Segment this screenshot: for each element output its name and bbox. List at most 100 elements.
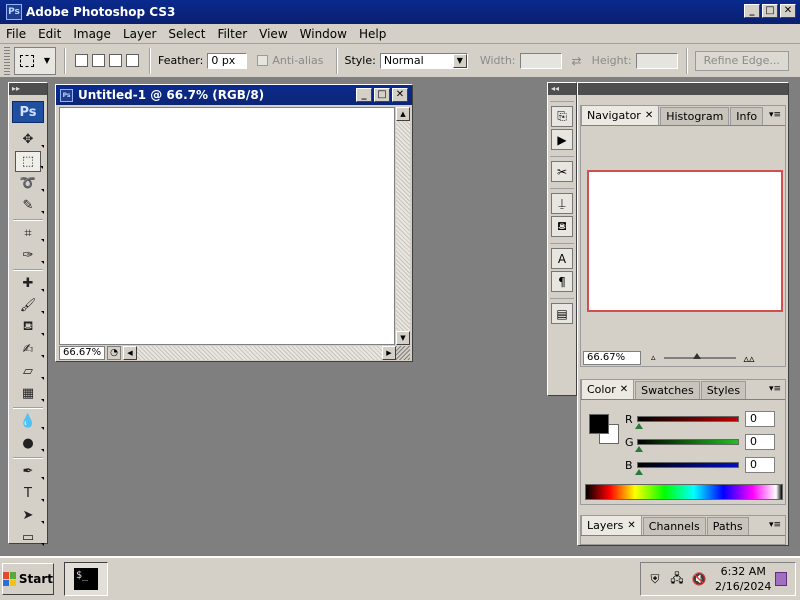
pen-tool[interactable]: ✒ xyxy=(15,461,44,482)
actions-panel-icon[interactable]: ▶ xyxy=(551,129,573,150)
new-selection-mode-button[interactable] xyxy=(75,54,88,67)
channel-value-input[interactable]: 0 xyxy=(745,457,775,473)
start-button[interactable]: Start xyxy=(2,563,54,595)
channel-slider[interactable] xyxy=(635,462,739,475)
paragraph-panel-icon[interactable]: ¶ xyxy=(551,271,573,292)
eraser-tool[interactable]: ▱ xyxy=(15,361,44,382)
tool-preset-picker[interactable]: ▼ xyxy=(14,46,56,75)
minimize-button[interactable]: _ xyxy=(744,4,760,18)
zoom-slider[interactable] xyxy=(663,353,736,359)
menu-layer[interactable]: Layer xyxy=(117,27,162,41)
subtract-selection-mode-button[interactable] xyxy=(109,54,122,67)
slider-triangle-icon[interactable] xyxy=(635,469,643,475)
close-icon[interactable]: ✕ xyxy=(645,110,653,121)
scroll-right-button[interactable]: ▶ xyxy=(382,346,396,360)
character-panel-icon[interactable]: A xyxy=(551,248,573,269)
menu-window[interactable]: Window xyxy=(294,27,353,41)
menu-image[interactable]: Image xyxy=(67,27,117,41)
photoshop-logo[interactable]: Ps xyxy=(12,101,44,123)
tab-info[interactable]: Info xyxy=(730,107,764,125)
scroll-left-button[interactable]: ◀ xyxy=(123,346,137,360)
dodge-tool[interactable]: ● xyxy=(15,433,44,454)
layer-comps-panel-icon[interactable]: ▤ xyxy=(551,303,573,324)
clone-source-panel-icon[interactable]: ⛾ xyxy=(551,216,573,237)
dock-header[interactable]: ◂◂ xyxy=(548,83,576,95)
history-panel-icon[interactable]: ⎘ xyxy=(551,106,573,127)
menu-help[interactable]: Help xyxy=(353,27,392,41)
close-icon[interactable]: ✕ xyxy=(620,384,628,395)
right-panels-header[interactable] xyxy=(578,83,788,95)
height-input[interactable] xyxy=(635,52,678,69)
network-icon[interactable]: 🖧 xyxy=(669,571,685,587)
tab-styles[interactable]: Styles xyxy=(700,381,747,399)
brush-tool[interactable]: 🖌 xyxy=(15,295,44,316)
color-spectrum-ramp[interactable] xyxy=(585,484,783,500)
tab-layers[interactable]: Layers ✕ xyxy=(581,515,642,535)
security-shield-icon[interactable]: ⛨ xyxy=(647,571,663,587)
menu-select[interactable]: Select xyxy=(162,27,211,41)
show-desktop-icon[interactable] xyxy=(775,572,788,586)
anti-alias-checkbox[interactable] xyxy=(257,55,269,66)
options-bar-grip[interactable] xyxy=(4,46,10,75)
clock[interactable]: 6:32 AM 2/16/2024 xyxy=(715,564,771,594)
canvas[interactable] xyxy=(59,107,395,345)
volume-icon[interactable]: 🔇 xyxy=(691,571,707,587)
navigator-zoom-field[interactable]: 66.67% xyxy=(583,351,641,365)
vertical-scrollbar[interactable]: ▲ ▼ xyxy=(396,107,410,345)
maximize-button[interactable]: □ xyxy=(762,4,778,18)
document-minimize-button[interactable]: _ xyxy=(356,88,372,102)
swap-width-height-icon[interactable]: ⇄ xyxy=(572,54,582,68)
document-zoom-field[interactable]: 66.67% xyxy=(59,346,105,360)
zoom-out-icon[interactable]: ▵ xyxy=(651,353,656,363)
tab-color[interactable]: Color ✕ xyxy=(581,379,635,399)
document-close-button[interactable]: ✕ xyxy=(392,88,408,102)
menu-edit[interactable]: Edit xyxy=(32,27,67,41)
feather-input[interactable]: 0 px xyxy=(207,52,248,69)
crop-tool[interactable]: ⌗ xyxy=(15,223,44,244)
add-selection-mode-button[interactable] xyxy=(92,54,105,67)
panel-menu-icon[interactable]: ▾≡ xyxy=(769,384,781,394)
navigator-preview[interactable] xyxy=(587,170,783,312)
tab-histogram[interactable]: Histogram xyxy=(660,107,730,125)
channel-value-input[interactable]: 0 xyxy=(745,411,775,427)
channel-slider[interactable] xyxy=(635,439,739,452)
refine-edge-button[interactable]: Refine Edge... xyxy=(694,50,789,71)
zoom-slider-thumb[interactable] xyxy=(693,353,702,359)
document-title-bar[interactable]: Ps Untitled-1 @ 66.7% (RGB/8) _ □ ✕ xyxy=(56,85,412,105)
tool-presets-panel-icon[interactable]: ✂ xyxy=(551,161,573,182)
path-selection-tool[interactable]: ➤ xyxy=(15,505,44,526)
tab-swatches[interactable]: Swatches xyxy=(635,381,700,399)
blur-tool[interactable]: 💧 xyxy=(15,411,44,432)
healing-brush-tool[interactable]: ✚ xyxy=(15,273,44,294)
panel-menu-icon[interactable]: ▾≡ xyxy=(769,520,781,530)
tab-navigator[interactable]: Navigator ✕ xyxy=(581,105,660,125)
zoom-in-icon[interactable]: ▵▵ xyxy=(744,352,755,365)
menu-file[interactable]: File xyxy=(0,27,32,41)
resize-grip[interactable] xyxy=(396,346,410,360)
rectangle-tool[interactable]: ▭ xyxy=(15,527,44,548)
tab-channels[interactable]: Channels xyxy=(642,517,706,535)
scroll-down-button[interactable]: ▼ xyxy=(396,331,410,345)
tab-paths[interactable]: Paths xyxy=(706,517,749,535)
document-maximize-button[interactable]: □ xyxy=(374,88,390,102)
gradient-tool[interactable]: ▦ xyxy=(15,383,44,404)
close-button[interactable]: ✕ xyxy=(780,4,796,18)
taskbar-cmd-button[interactable]: $_ xyxy=(64,562,108,596)
width-input[interactable] xyxy=(519,52,562,69)
channel-value-input[interactable]: 0 xyxy=(745,434,775,450)
status-info-icon[interactable]: ◔ xyxy=(107,346,121,360)
slice-tool[interactable]: ✑ xyxy=(15,245,44,266)
channel-slider[interactable] xyxy=(635,416,739,429)
move-tool[interactable]: ✥ xyxy=(15,129,44,150)
toolbox-header[interactable]: ▸▸ xyxy=(9,83,47,95)
menu-filter[interactable]: Filter xyxy=(211,27,253,41)
style-select[interactable]: Normal ▼ xyxy=(379,52,468,69)
scroll-up-button[interactable]: ▲ xyxy=(396,107,410,121)
lasso-tool[interactable]: ➰ xyxy=(15,173,44,194)
close-icon[interactable]: ✕ xyxy=(627,520,635,531)
menu-view[interactable]: View xyxy=(253,27,293,41)
history-brush-tool[interactable]: ✍ xyxy=(15,339,44,360)
horizontal-scrollbar[interactable]: ◀ ▶ xyxy=(123,346,396,360)
clone-stamp-tool[interactable]: ⛾ xyxy=(15,317,44,338)
brushes-panel-icon[interactable]: ⍊ xyxy=(551,193,573,214)
